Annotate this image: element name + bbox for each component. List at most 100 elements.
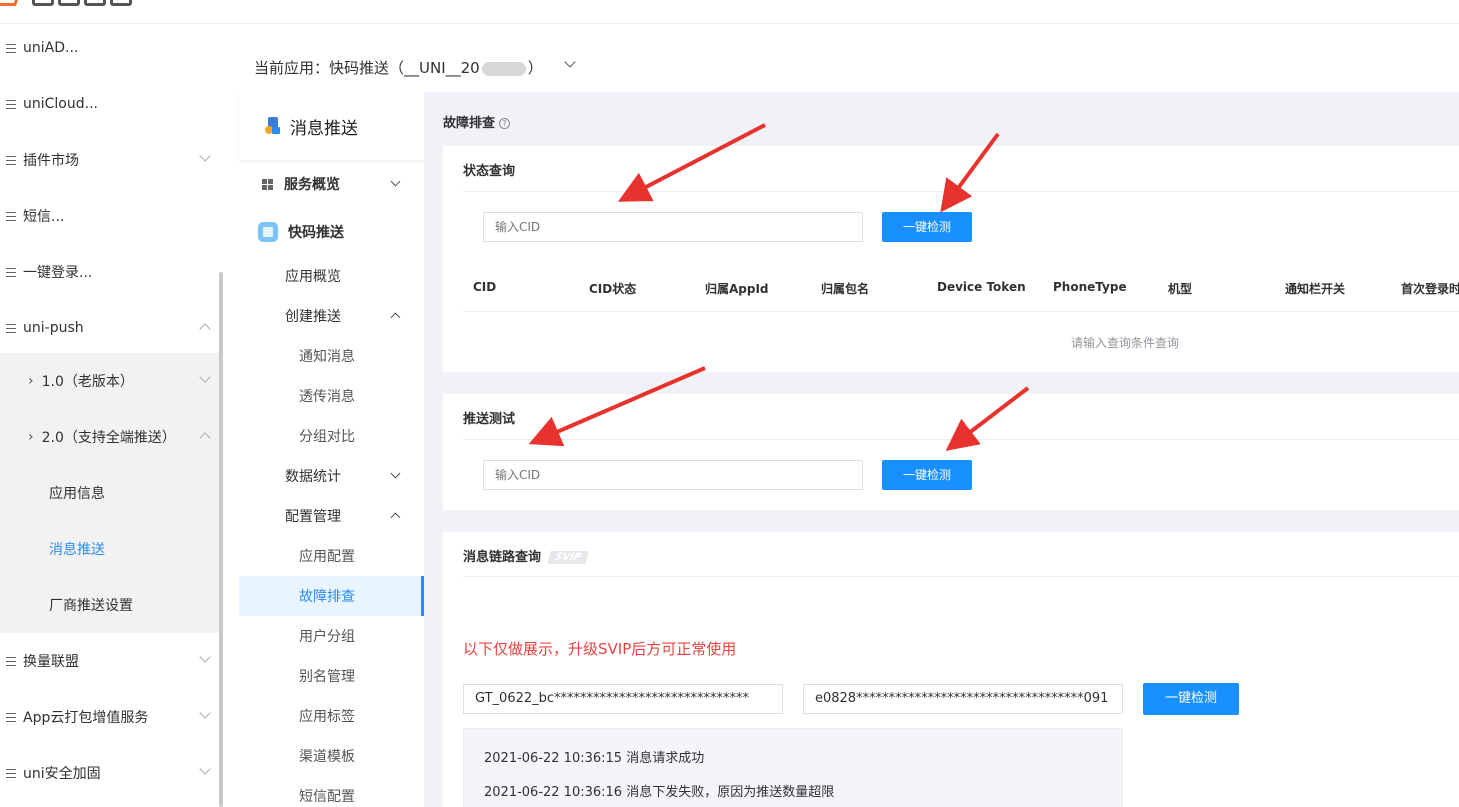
- menu-notification-message[interactable]: 通知消息: [239, 336, 424, 376]
- menu-troubleshooting[interactable]: 故障排查: [239, 576, 424, 616]
- status-query-card: 状态查询 一键检测 CID CID状态 归属AppId 归属包名 Device …: [443, 146, 1459, 372]
- blurred-app-id: [481, 61, 526, 76]
- menu-sms-config[interactable]: 短信配置: [239, 776, 424, 807]
- column-header: CID: [473, 280, 497, 294]
- logo-icon: [0, 0, 21, 6]
- push-test-card: 推送测试 一键检测: [443, 394, 1459, 510]
- cube-icon: [258, 222, 278, 242]
- log-box: 2021-06-22 10:36:15 消息请求成功 2021-06-22 10…: [463, 728, 1123, 807]
- sidebar-item-uni-push[interactable]: uni-push: [0, 300, 219, 356]
- push-test-check-button[interactable]: 一键检测: [882, 460, 972, 490]
- sidebar-item-label: 2.0（支持全端推送）: [41, 430, 176, 446]
- divider: [463, 439, 1459, 440]
- sidebar-item-uni-security[interactable]: uni安全加固: [0, 745, 219, 801]
- chevron-down-icon: [199, 763, 211, 775]
- menu-app-config[interactable]: 应用配置: [239, 536, 424, 576]
- link-token-input[interactable]: e0828***********************************…: [803, 684, 1123, 714]
- menu-user-groups[interactable]: 用户分组: [239, 616, 424, 656]
- status-query-title: 状态查询: [463, 164, 516, 179]
- column-header: 通知栏开关: [1285, 282, 1346, 296]
- menu-config-management[interactable]: 配置管理: [239, 496, 424, 536]
- sidebar-item-label: 换量联盟: [23, 654, 79, 670]
- divider: [463, 576, 1459, 577]
- chevron-right-icon: ›: [28, 429, 34, 445]
- sidebar-item-push-v2[interactable]: › 2.0（支持全端推送）: [0, 409, 219, 465]
- status-cid-input[interactable]: [483, 212, 863, 242]
- chevron-down-icon: [564, 56, 576, 68]
- grid-icon: [262, 178, 273, 190]
- menu-channel-templates[interactable]: 渠道模板: [239, 736, 424, 776]
- logo-glyph: [32, 0, 54, 6]
- sidebar-item-push-v1[interactable]: › 1.0（老版本）: [0, 353, 219, 409]
- push-test-cid-input[interactable]: [483, 460, 863, 490]
- menu-label: 通知消息: [299, 349, 355, 365]
- push-test-title: 推送测试: [463, 412, 516, 427]
- sidebar-item-label: 短信...: [23, 209, 65, 225]
- sidebar-item-app-cloud-build[interactable]: App云打包增值服务: [0, 689, 219, 745]
- list-icon: [6, 99, 16, 109]
- sidebar-item-sms[interactable]: 短信...: [0, 188, 219, 244]
- chevron-down-icon: [390, 176, 401, 187]
- sidebar-item-unicloud[interactable]: uniCloud...: [0, 76, 219, 132]
- chevron-up-icon: [199, 323, 211, 335]
- menu-kuaima-push[interactable]: 快码推送: [239, 212, 424, 252]
- menu-app-tags[interactable]: 应用标签: [239, 696, 424, 736]
- logo-glyph: [110, 0, 132, 6]
- sidebar-scrollbar[interactable]: [219, 272, 223, 807]
- chevron-up-icon: [390, 512, 401, 523]
- sidebar-item-uniad[interactable]: uniAD...: [0, 20, 219, 76]
- chevron-up-icon: [199, 432, 211, 444]
- column-header: 机型: [1168, 282, 1193, 296]
- link-cid-input[interactable]: GT_0622_bc******************************: [463, 684, 783, 714]
- menu-service-overview[interactable]: 服务概览: [239, 164, 424, 204]
- menu-passthrough-message[interactable]: 透传消息: [239, 376, 424, 416]
- list-icon: [6, 267, 16, 277]
- menu-label: 应用标签: [299, 709, 355, 725]
- sidebar-item-label: uni安全加固: [23, 766, 101, 782]
- app-selector[interactable]: 当前应用：快码推送（__UNI__20）: [239, 40, 1459, 92]
- sidebar-item-label: 应用信息: [49, 486, 105, 502]
- menu-data-stats[interactable]: 数据统计: [239, 456, 424, 496]
- svip-notice: 以下仅做展示，升级SVIP后方可正常使用: [463, 640, 737, 658]
- sidebar-item-message-push[interactable]: 消息推送: [0, 521, 219, 577]
- push-menu: 消息推送 服务概览 快码推送 应用概览 创建推送 通知消息 透传消息 分组对比 …: [239, 92, 424, 807]
- column-header: 首次登录时: [1401, 282, 1459, 296]
- chevron-up-icon: [390, 312, 401, 323]
- menu-label: 分组对比: [299, 429, 355, 445]
- menu-group-compare[interactable]: 分组对比: [239, 416, 424, 456]
- chevron-down-icon: [199, 371, 211, 383]
- divider: [463, 191, 1459, 192]
- sidebar-item-app-info[interactable]: 应用信息: [0, 465, 219, 521]
- sidebar-item-vendor-push-settings[interactable]: 厂商推送设置: [0, 577, 219, 633]
- help-icon[interactable]: ?: [499, 118, 511, 129]
- menu-label: 配置管理: [285, 509, 341, 525]
- chevron-down-icon: [199, 150, 211, 162]
- sidebar-item-label: 一键登录...: [23, 265, 93, 281]
- sidebar-item-plugin-market[interactable]: 插件市场: [0, 132, 219, 188]
- svip-badge: SVIP: [547, 551, 589, 564]
- column-header: Device Token: [937, 280, 1026, 294]
- log-line: 2021-06-22 10:36:16 消息下发失败，原因为推送数量超限: [484, 785, 835, 800]
- menu-label: 用户分组: [299, 629, 355, 645]
- sidebar-item-exchange-alliance[interactable]: 换量联盟: [0, 633, 219, 689]
- column-header: CID状态: [589, 282, 637, 296]
- push-menu-header: 消息推送: [239, 92, 424, 160]
- menu-app-overview[interactable]: 应用概览: [239, 256, 424, 296]
- menu-alias-management[interactable]: 别名管理: [239, 656, 424, 696]
- menu-create-push[interactable]: 创建推送: [239, 296, 424, 336]
- left-sidebar: uniAD... uniCloud... 插件市场 短信... 一键登录... …: [0, 24, 222, 807]
- sidebar-item-one-click-login[interactable]: 一键登录...: [0, 244, 219, 300]
- column-header: PhoneType: [1053, 280, 1127, 294]
- chevron-right-icon: ›: [28, 373, 34, 389]
- sidebar-item-label: 厂商推送设置: [49, 598, 133, 614]
- menu-label: 应用概览: [285, 269, 341, 285]
- sidebar-item-label: uni-push: [23, 320, 84, 336]
- menu-label: 别名管理: [299, 669, 355, 685]
- link-check-button[interactable]: 一键检测: [1143, 683, 1239, 715]
- list-icon: [6, 712, 16, 722]
- chevron-down-icon: [390, 468, 401, 479]
- current-app-label: 当前应用：快码推送（__UNI__20）: [254, 59, 543, 77]
- list-icon: [6, 43, 16, 53]
- menu-label: 应用配置: [299, 549, 355, 565]
- status-check-button[interactable]: 一键检测: [882, 212, 972, 242]
